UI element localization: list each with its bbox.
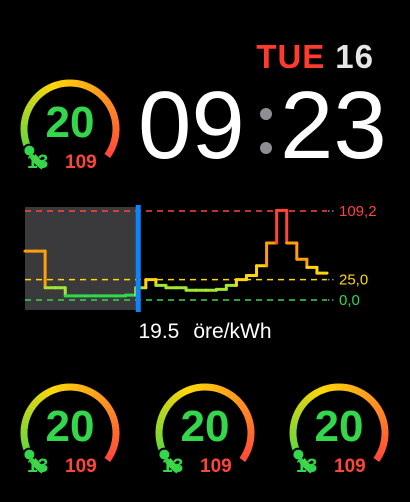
gauge-arc-segment [300,396,311,407]
gauge-arc-segment [319,385,328,395]
gauge-arc-segment [35,89,45,99]
gauge-arc-segment [35,393,45,403]
gauge-arc-segment [95,393,105,403]
gauge-complication-bottom-center[interactable]: 20 13 109 [150,378,260,488]
gauge-arc-segment [50,385,59,395]
gauge-arc-segment [180,387,189,397]
weekday-label: TUE [256,38,326,75]
gauge-min: 13 [27,152,49,173]
gauge-arc-segment [82,385,91,395]
gauge-arc-segment [104,149,114,158]
gauge-arc-segment [99,93,109,103]
gauge-arc-segment [45,83,54,93]
gauge-arc-segment [309,389,319,400]
gauge-arc-segment [170,393,180,403]
gauge-arc-segment [61,383,69,392]
gauge-arc-segment [91,86,101,96]
gauge-arc-segment [82,81,91,91]
gauge-arc-segment [166,396,177,407]
gauge-arc-segment [190,384,199,393]
gauge-arc-segment [91,390,101,400]
current-time-marker [135,205,141,312]
gauge-arc-segment [234,397,244,407]
gauge-arc-segment [72,383,80,392]
gauge-arc-segment [341,383,349,392]
gauge-arc-segment [351,385,360,395]
gauge-arc-segment [72,79,80,88]
gauge-arc-segment [217,385,226,395]
gauge-arc-segment [368,397,378,407]
gauge-arc-segment [356,387,365,397]
gauge-arc-segment [77,384,86,393]
gauge-arc-segment [304,393,314,403]
gauge-max: 109 [65,152,97,173]
gauge-arc-segment [50,81,59,91]
gauge-arc-segment [226,390,236,400]
gauge-arc-segment [87,387,96,397]
price-value: 19.5 [138,320,180,343]
gauge-arc-segment [99,397,109,407]
gauge-arc-segment [175,389,185,400]
gauge-arc-segment [185,385,194,395]
gauge-arc-segment [40,389,50,400]
gauge-value: 20 [45,98,95,147]
gauge-arc-segment [346,384,355,393]
gauge-value: 20 [45,402,95,451]
gauge-max: 109 [334,456,366,477]
gauge-arc-segment [55,80,64,89]
gauge-arc-segment [222,387,231,397]
day-number: 16 [335,38,374,75]
date-display: TUE 16 [256,38,374,76]
colon-dot-top [260,108,272,120]
gauge-arc-segment [104,453,114,462]
gauge-complication-top-left[interactable]: 20 13 109 [15,74,125,184]
gauge-arc-segment [107,448,117,458]
gauge-value: 20 [314,402,364,451]
reference-label: 25,0 [339,272,368,289]
gauge-arc-segment [239,453,249,462]
gauge-arc-segment [242,448,252,458]
gauge-arc-segment [373,453,383,462]
gauge-arc-segment [40,85,50,96]
colon-dot-bottom [260,142,272,154]
gauge-arc-segment [55,384,64,393]
gauge-max: 109 [65,456,97,477]
current-price: 19.5 öre/kWh [0,320,410,344]
gauge-arc-segment [95,89,105,99]
reference-label: 0,0 [339,292,360,309]
gauge-min: 13 [296,456,318,477]
gauge-complication-bottom-right[interactable]: 20 13 109 [284,378,394,488]
gauge-arc-segment [87,83,96,93]
gauge-arc-segment [77,80,86,89]
gauge-arc-segment [207,383,215,392]
gauge-min: 13 [162,456,184,477]
clock-hours: 09 [138,72,245,179]
price-unit: öre/kWh [193,320,272,343]
gauge-value: 20 [180,402,230,451]
gauge-arc-segment [45,387,54,397]
gauge-arc-segment [31,92,42,103]
gauge-complication-bottom-left[interactable]: 20 13 109 [15,378,125,488]
clock-minutes: 23 [280,72,387,179]
gauge-arc-segment [376,448,386,458]
gauge-arc-segment [230,393,240,403]
gauge-arc-segment [324,384,333,393]
gauge-arc-segment [196,383,204,392]
gauge-arc-segment [360,390,370,400]
gauge-arc-segment [107,144,117,154]
gauge-max: 109 [200,456,232,477]
gauge-arc-segment [212,384,221,393]
gauge-arc-segment [330,383,338,392]
gauge-arc-segment [61,79,69,88]
gauge-min: 13 [27,456,49,477]
gauge-arc-segment [31,396,42,407]
gauge-arc-segment [364,393,374,403]
clock-time: 09 23 [138,78,400,174]
reference-label: 109,2 [339,203,377,220]
gauge-arc-segment [314,387,323,397]
